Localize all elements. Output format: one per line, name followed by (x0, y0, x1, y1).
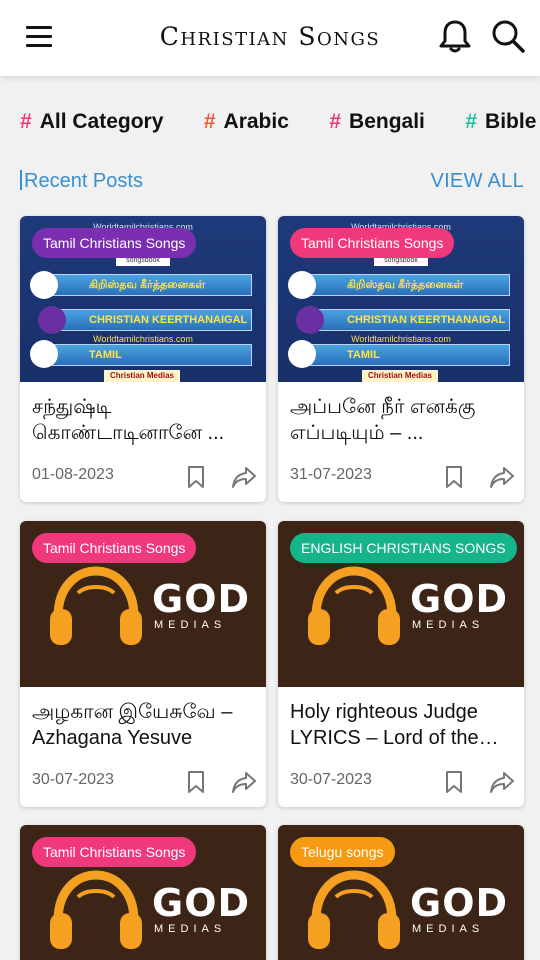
thumb-dot (288, 340, 316, 368)
category-badge[interactable]: Tamil Christians Songs (290, 228, 455, 258)
medias-logo-text: MEDIAS (412, 619, 485, 631)
category-bible[interactable]: # Bible (465, 110, 536, 134)
headphones-icon (50, 870, 142, 949)
thumb-dot (296, 306, 324, 334)
post-thumbnail: Worldtamilchristians.com songsbook கிறிஸ… (278, 216, 524, 382)
bell-icon[interactable] (438, 18, 472, 54)
share-icon[interactable] (488, 464, 516, 490)
share-icon[interactable] (230, 464, 258, 490)
post-card[interactable]: Worldtamilchristians.com songsbook கிறிஸ… (20, 216, 266, 502)
god-logo-text: GOD (152, 881, 251, 925)
category-all[interactable]: # All Category (20, 110, 163, 134)
headphones-icon (50, 566, 142, 645)
share-icon[interactable] (488, 769, 516, 795)
thumb-bar: TAMIL (310, 344, 510, 366)
thumb-site: Worldtamilchristians.com (351, 334, 451, 344)
section-title-text: Recent Posts (24, 170, 143, 192)
thumb-dot (30, 271, 58, 299)
post-card[interactable]: GOD MEDIAS ENGLISH CHRISTIANS SONGS Holy… (278, 521, 524, 807)
category-chips: # All Category # Arabic # Bengali # Bible (20, 110, 540, 140)
section-divider (20, 170, 22, 190)
headphones-icon (308, 566, 400, 645)
category-label: Bengali (349, 110, 425, 133)
thumb-bar: கிறிஸ்தவ கீர்த்தனைகள் (52, 274, 252, 296)
category-badge[interactable]: Tamil Christians Songs (32, 228, 197, 258)
bookmark-icon[interactable] (184, 769, 208, 795)
bookmark-icon[interactable] (442, 464, 466, 490)
search-icon[interactable] (490, 18, 528, 54)
app-bar: Christian Songs (0, 0, 540, 76)
post-date: 31-07-2023 (290, 466, 372, 483)
post-title[interactable]: அழகான இயேசுவே – Azhagana Yesuve (32, 699, 254, 751)
thumb-bar: TAMIL (52, 344, 252, 366)
post-title[interactable]: சந்துஷ்டி கொண்டாடினானே ... (32, 394, 254, 446)
bookmark-icon[interactable] (442, 769, 466, 795)
thumb-dot (30, 340, 58, 368)
category-badge[interactable]: Tamil Christians Songs (32, 533, 197, 563)
thumb-dot (288, 271, 316, 299)
headphones-icon (308, 870, 400, 949)
thumb-bar: CHRISTIAN KEERTHANAIGAL (52, 309, 252, 331)
category-badge[interactable]: Telugu songs (290, 837, 395, 867)
thumb-bar: கிறிஸ்தவ கீர்த்தனைகள் (310, 274, 510, 296)
section-title: Recent Posts (20, 170, 143, 193)
post-thumbnail: GOD MEDIAS Tamil Christians Songs (20, 825, 266, 960)
medias-logo-text: MEDIAS (412, 923, 485, 935)
category-badge[interactable]: ENGLISH CHRISTIANS SONGS (290, 533, 517, 563)
hash-icon: # (329, 110, 342, 133)
post-thumbnail: GOD MEDIAS ENGLISH CHRISTIANS SONGS (278, 521, 524, 687)
god-logo-text: GOD (410, 577, 509, 621)
thumb-bar: CHRISTIAN KEERTHANAIGAL (310, 309, 510, 331)
post-title[interactable]: Holy righteous Judge LYRICS – Lord of th… (290, 699, 512, 751)
category-label: All Category (39, 110, 164, 133)
category-bengali[interactable]: # Bengali (329, 110, 425, 134)
hash-icon: # (20, 110, 32, 133)
category-label: Bible (485, 110, 537, 133)
medias-logo-text: MEDIAS (154, 619, 227, 631)
post-date: 30-07-2023 (32, 771, 114, 788)
god-logo-text: GOD (410, 881, 509, 925)
post-title[interactable]: அப்பனே நீர் எனக்கு எப்படியும் – ... (290, 394, 512, 446)
hash-icon: # (203, 110, 216, 133)
medias-logo-text: MEDIAS (154, 923, 227, 935)
view-all-link[interactable]: VIEW ALL (430, 170, 524, 193)
category-label: Arabic (223, 110, 289, 133)
post-card[interactable]: GOD MEDIAS Tamil Christians Songs (20, 825, 266, 960)
category-arabic[interactable]: # Arabic (204, 110, 289, 134)
thumb-site: Worldtamilchristians.com (93, 334, 193, 344)
post-date: 01-08-2023 (32, 466, 114, 483)
god-logo-text: GOD (152, 577, 251, 621)
post-date: 30-07-2023 (290, 771, 372, 788)
post-card[interactable]: GOD MEDIAS Tamil Christians Songs அழகான … (20, 521, 266, 807)
post-thumbnail: GOD MEDIAS Telugu songs (278, 825, 524, 960)
post-card[interactable]: GOD MEDIAS Telugu songs (278, 825, 524, 960)
thumb-footer: Christian Medias (104, 370, 180, 382)
share-icon[interactable] (230, 769, 258, 795)
hash-icon: # (465, 110, 478, 133)
bookmark-icon[interactable] (184, 464, 208, 490)
post-card[interactable]: Worldtamilchristians.com songsbook கிறிஸ… (278, 216, 524, 502)
post-thumbnail: Worldtamilchristians.com songsbook கிறிஸ… (20, 216, 266, 382)
thumb-footer: Christian Medias (362, 370, 438, 382)
post-thumbnail: GOD MEDIAS Tamil Christians Songs (20, 521, 266, 687)
category-badge[interactable]: Tamil Christians Songs (32, 837, 197, 867)
thumb-dot (38, 306, 66, 334)
